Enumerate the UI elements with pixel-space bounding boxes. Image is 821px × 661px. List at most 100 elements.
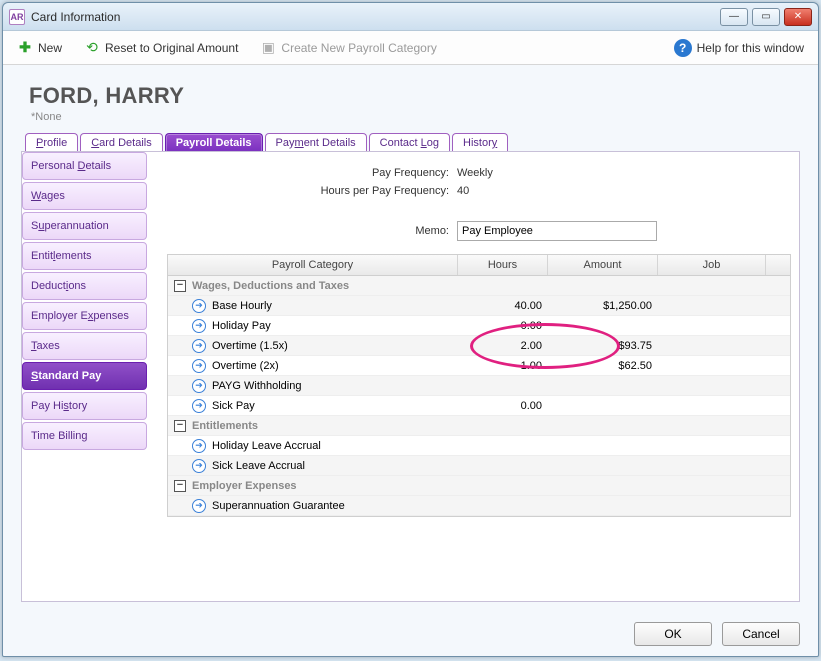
help-button[interactable]: ? Help for this window <box>670 36 808 60</box>
pay-frequency-value: Weekly <box>457 167 493 179</box>
sidetab-7[interactable]: Standard Pay <box>22 362 147 390</box>
cell-amount[interactable] <box>548 444 658 448</box>
hours-per-freq-value: 40 <box>457 185 469 197</box>
table-row[interactable]: ➔Holiday Pay0.00 <box>168 316 790 336</box>
help-label: Help for this window <box>697 41 804 55</box>
cell-hours[interactable]: 40.00 <box>458 298 548 314</box>
cell-amount[interactable] <box>548 324 658 328</box>
titlebar: AR Card Information — ▭ ✕ <box>3 3 818 31</box>
col-job: Job <box>658 255 766 275</box>
cell-category: ➔Superannuation Guarantee <box>168 497 458 515</box>
reset-label: Reset to Original Amount <box>105 41 238 55</box>
new-label: New <box>38 41 62 55</box>
footer: OK Cancel <box>3 612 818 656</box>
sidetab-8[interactable]: Pay History <box>22 392 147 420</box>
cell-category: ➔Holiday Pay <box>168 317 458 335</box>
pay-frequency-label: Pay Frequency: <box>167 167 457 179</box>
cell-job[interactable] <box>658 324 766 328</box>
reset-button[interactable]: ⟲ Reset to Original Amount <box>80 37 242 59</box>
table-row[interactable]: ➔Sick Leave Accrual <box>168 456 790 476</box>
toptab-5[interactable]: History <box>452 133 508 152</box>
ok-button[interactable]: OK <box>634 622 712 646</box>
arrow-right-icon[interactable]: ➔ <box>192 439 206 453</box>
cell-hours[interactable] <box>458 464 548 468</box>
section-header[interactable]: −Wages, Deductions and Taxes <box>168 276 790 296</box>
new-category-icon: ▣ <box>260 40 276 56</box>
toptab-2[interactable]: Payroll Details <box>165 133 263 152</box>
cell-job[interactable] <box>658 344 766 348</box>
table-row[interactable]: ➔Overtime (1.5x)2.00$93.75 <box>168 336 790 356</box>
collapse-icon[interactable]: − <box>174 480 186 492</box>
col-hours: Hours <box>458 255 548 275</box>
table-row[interactable]: ➔PAYG Withholding <box>168 376 790 396</box>
table-row[interactable]: ➔Superannuation Guarantee <box>168 496 790 516</box>
cell-hours[interactable]: 0.00 <box>458 398 548 414</box>
memo-input[interactable] <box>457 221 657 241</box>
table-row[interactable]: ➔Base Hourly40.00$1,250.00 <box>168 296 790 316</box>
cell-hours[interactable] <box>458 384 548 388</box>
toptab-4[interactable]: Contact Log <box>369 133 450 152</box>
maximize-button[interactable]: ▭ <box>752 8 780 26</box>
section-header[interactable]: −Entitlements <box>168 416 790 436</box>
cell-amount[interactable] <box>548 404 658 408</box>
sidetab-3[interactable]: Entitlements <box>22 242 147 270</box>
sidetab-6[interactable]: Taxes <box>22 332 147 360</box>
section-header[interactable]: −Employer Expenses <box>168 476 790 496</box>
arrow-right-icon[interactable]: ➔ <box>192 459 206 473</box>
cell-job[interactable] <box>658 304 766 308</box>
cell-job[interactable] <box>658 464 766 468</box>
sidetab-2[interactable]: Superannuation <box>22 212 147 240</box>
cell-hours[interactable]: 0.00 <box>458 318 548 334</box>
table-row[interactable]: ➔Sick Pay0.00 <box>168 396 790 416</box>
sidetab-5[interactable]: Employer Expenses <box>22 302 147 330</box>
cell-category: ➔Holiday Leave Accrual <box>168 437 458 455</box>
arrow-right-icon[interactable]: ➔ <box>192 499 206 513</box>
close-button[interactable]: ✕ <box>784 8 812 26</box>
sidetab-4[interactable]: Deductions <box>22 272 147 300</box>
arrow-right-icon[interactable]: ➔ <box>192 299 206 313</box>
employee-subtitle: *None <box>31 111 800 123</box>
cell-hours[interactable]: 1.00 <box>458 358 548 374</box>
help-icon: ? <box>674 39 692 57</box>
cell-job[interactable] <box>658 384 766 388</box>
cell-amount[interactable]: $1,250.00 <box>548 298 658 314</box>
cancel-button[interactable]: Cancel <box>722 622 800 646</box>
cell-hours[interactable]: 2.00 <box>458 338 548 354</box>
collapse-icon[interactable]: − <box>174 420 186 432</box>
window-title: Card Information <box>31 10 720 24</box>
toptab-3[interactable]: Payment Details <box>265 133 367 152</box>
arrow-right-icon[interactable]: ➔ <box>192 319 206 333</box>
sidetab-1[interactable]: Wages <box>22 182 147 210</box>
toptabs: ProfileCard DetailsPayroll DetailsPaymen… <box>21 133 800 152</box>
new-category-button[interactable]: ▣ Create New Payroll Category <box>256 37 440 59</box>
table-row[interactable]: ➔Overtime (2x)1.00$62.50 <box>168 356 790 376</box>
arrow-right-icon[interactable]: ➔ <box>192 359 206 373</box>
cell-job[interactable] <box>658 404 766 408</box>
sidetab-9[interactable]: Time Billing <box>22 422 147 450</box>
collapse-icon[interactable]: − <box>174 280 186 292</box>
new-button[interactable]: ✚ New <box>13 37 66 59</box>
toptab-1[interactable]: Card Details <box>80 133 163 152</box>
arrow-right-icon[interactable]: ➔ <box>192 339 206 353</box>
cell-amount[interactable]: $62.50 <box>548 358 658 374</box>
arrow-right-icon[interactable]: ➔ <box>192 399 206 413</box>
cell-amount[interactable] <box>548 384 658 388</box>
cell-amount[interactable] <box>548 504 658 508</box>
table-row[interactable]: ➔Holiday Leave Accrual <box>168 436 790 456</box>
card-info-window: AR Card Information — ▭ ✕ ✚ New ⟲ Reset … <box>2 2 819 657</box>
toptab-0[interactable]: Profile <box>25 133 78 152</box>
cell-amount[interactable] <box>548 464 658 468</box>
cell-hours[interactable] <box>458 444 548 448</box>
sidetab-0[interactable]: Personal Details <box>22 152 147 180</box>
arrow-right-icon[interactable]: ➔ <box>192 379 206 393</box>
cell-job[interactable] <box>658 444 766 448</box>
cell-category: ➔Overtime (2x) <box>168 357 458 375</box>
cell-job[interactable] <box>658 364 766 368</box>
cell-amount[interactable]: $93.75 <box>548 338 658 354</box>
minimize-button[interactable]: — <box>720 8 748 26</box>
cell-hours[interactable] <box>458 504 548 508</box>
cell-category: ➔Sick Pay <box>168 397 458 415</box>
sidetabs: Personal DetailsWagesSuperannuationEntit… <box>22 152 147 601</box>
cell-job[interactable] <box>658 504 766 508</box>
reset-icon: ⟲ <box>84 40 100 56</box>
